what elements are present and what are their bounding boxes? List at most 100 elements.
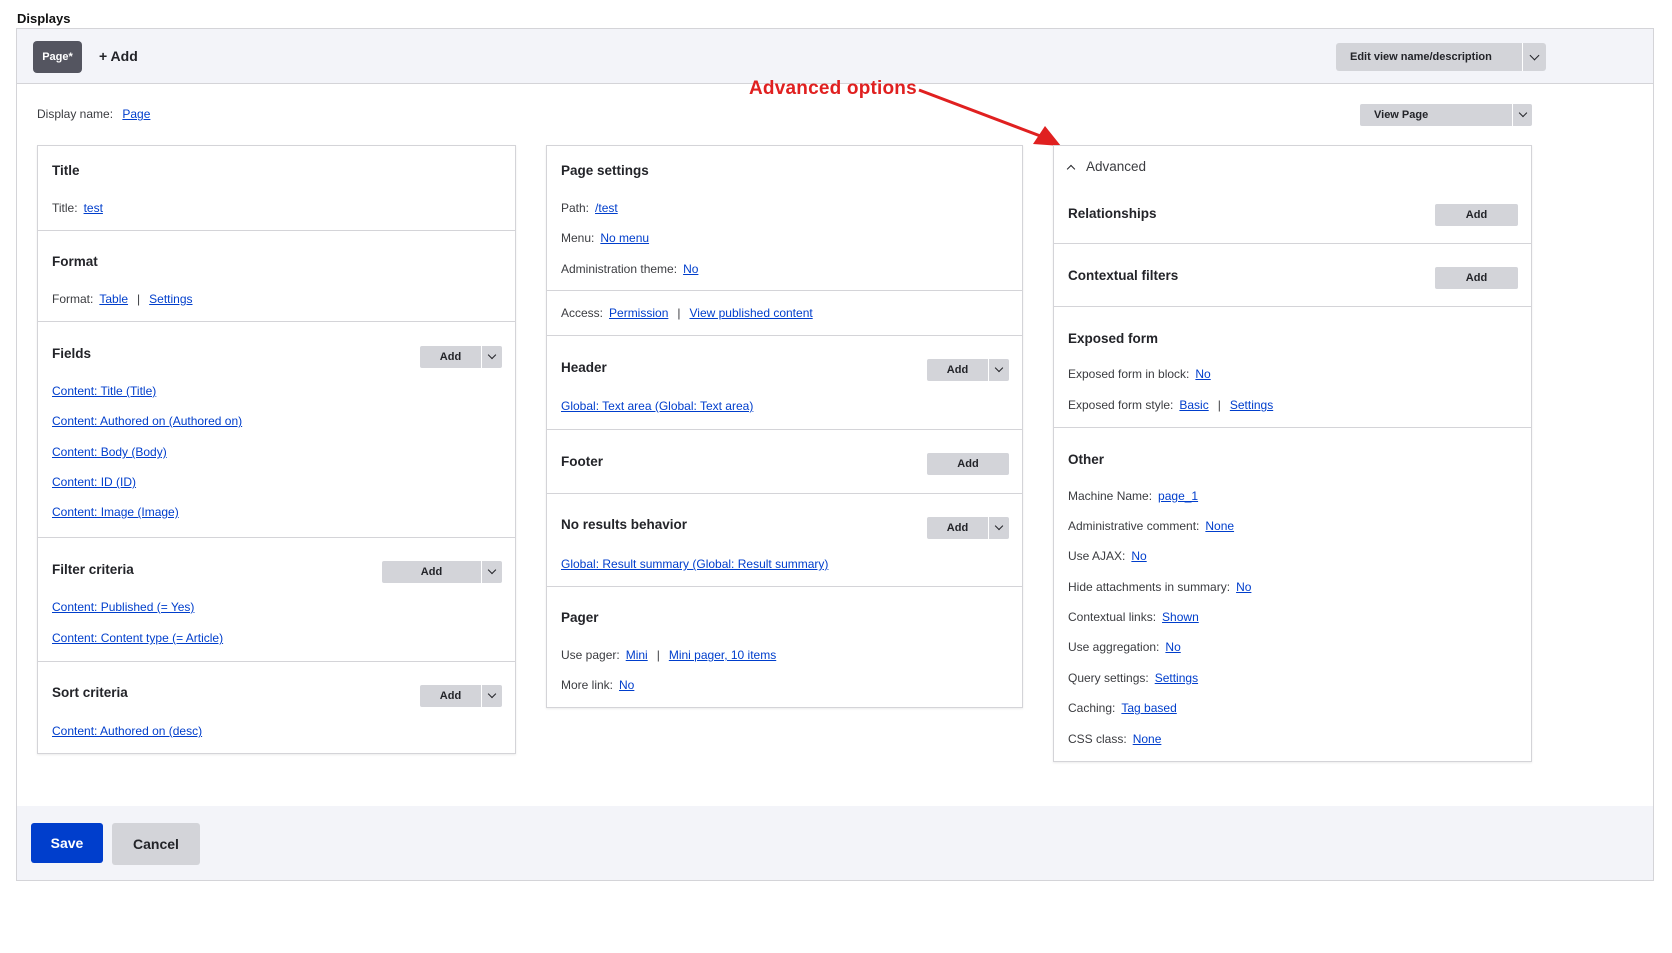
field-link[interactable]: Content: ID (ID) [52, 475, 136, 489]
title-heading: Title [52, 163, 80, 178]
other-row-label: Query settings: [1068, 671, 1149, 685]
list-item: Global: Result summary (Global: Result s… [561, 557, 828, 571]
sort-add-button-group: Add [420, 685, 502, 707]
edit-view-button[interactable]: Edit view name/description [1336, 43, 1522, 71]
chevron-down-icon [994, 521, 1004, 531]
access-permission-link[interactable]: Permission [609, 306, 668, 320]
filter-criteria-section: Filter criteria Add Content: Published (… [38, 538, 515, 662]
access-section: Access: Permission | View published content [547, 291, 1022, 336]
form-actions: Save Cancel [16, 806, 1654, 881]
other-row: CSS class: None [1068, 732, 1161, 746]
advanced-toggle[interactable]: Advanced [1066, 159, 1147, 174]
exposed-style-link[interactable]: Basic [1179, 398, 1208, 412]
exposed-in-block-row: Exposed form in block: No [1068, 367, 1211, 381]
other-row-label: Caching: [1068, 701, 1116, 715]
format-label: Format: [52, 292, 94, 306]
other-row-link[interactable]: Shown [1162, 610, 1199, 624]
format-value-link[interactable]: Table [99, 292, 128, 306]
exposed-style-settings-link[interactable]: Settings [1230, 398, 1273, 412]
title-row: Title: test [52, 201, 103, 215]
header-add-button[interactable]: Add [927, 359, 988, 381]
filter-criteria-heading: Filter criteria [52, 562, 134, 577]
no-results-add-dropdown-toggle[interactable] [988, 517, 1009, 539]
separator: | [656, 648, 660, 662]
list-item: Content: Published (= Yes) [52, 600, 194, 614]
no-results-item-link[interactable]: Global: Result summary (Global: Result s… [561, 557, 828, 571]
sort-link[interactable]: Content: Authored on (desc) [52, 724, 202, 738]
chevron-down-icon [1518, 108, 1527, 118]
sort-add-button[interactable]: Add [420, 685, 481, 707]
other-row-label: Use aggregation: [1068, 640, 1160, 654]
contextual-filters-section: Contextual filters Add [1054, 244, 1531, 307]
display-name-link[interactable]: Page [122, 107, 150, 121]
access-view-published-link[interactable]: View published content [690, 306, 813, 320]
field-link[interactable]: Content: Title (Title) [52, 384, 156, 398]
add-display-button[interactable]: + Add [99, 48, 138, 64]
field-link[interactable]: Content: Body (Body) [52, 445, 167, 459]
cancel-button[interactable]: Cancel [112, 823, 200, 865]
contextual-filters-add-button[interactable]: Add [1435, 267, 1518, 289]
exposed-in-block-link[interactable]: No [1195, 367, 1210, 381]
list-item: Content: Image (Image) [52, 505, 179, 519]
other-row-link[interactable]: page_1 [1158, 489, 1198, 503]
other-row-link[interactable]: Settings [1155, 671, 1198, 685]
other-row-link[interactable]: No [1131, 549, 1146, 563]
header-item-link[interactable]: Global: Text area (Global: Text area) [561, 399, 753, 413]
filter-add-dropdown-toggle[interactable] [481, 561, 502, 583]
other-row-link[interactable]: None [1133, 732, 1162, 746]
view-page-button-group: View Page [1360, 104, 1532, 126]
advanced-label: Advanced [1086, 159, 1147, 174]
relationships-add-button[interactable]: Add [1435, 204, 1518, 226]
use-pager-link[interactable]: Mini [626, 648, 648, 662]
sort-add-dropdown-toggle[interactable] [481, 685, 502, 707]
fields-add-dropdown-toggle[interactable] [481, 346, 502, 368]
header-add-button-group: Add [927, 359, 1009, 381]
footer-add-button[interactable]: Add [927, 453, 1009, 475]
pager-options-link[interactable]: Mini pager, 10 items [669, 648, 776, 662]
use-pager-label: Use pager: [561, 648, 620, 662]
chevron-down-icon [487, 350, 497, 360]
filter-add-button[interactable]: Add [382, 561, 481, 583]
admin-theme-link[interactable]: No [683, 262, 698, 276]
format-settings-link[interactable]: Settings [149, 292, 192, 306]
page-settings-heading: Page settings [561, 163, 649, 178]
other-row: Machine Name: page_1 [1068, 489, 1198, 503]
relationships-section: Relationships Add [1054, 184, 1531, 244]
menu-link[interactable]: No menu [600, 231, 649, 245]
chevron-down-icon [994, 363, 1004, 373]
format-heading: Format [52, 254, 98, 269]
filter-link[interactable]: Content: Content type (= Article) [52, 631, 223, 645]
no-results-add-button[interactable]: Add [927, 517, 988, 539]
edit-view-dropdown-toggle[interactable] [1522, 43, 1546, 71]
other-row-link[interactable]: Tag based [1121, 701, 1176, 715]
list-item: Global: Text area (Global: Text area) [561, 399, 753, 413]
view-page-dropdown-toggle[interactable] [1512, 104, 1532, 126]
footer-heading: Footer [561, 454, 603, 469]
field-link[interactable]: Content: Image (Image) [52, 505, 179, 519]
contextual-filters-heading: Contextual filters [1068, 268, 1179, 283]
view-page-button[interactable]: View Page [1360, 104, 1512, 126]
header-add-dropdown-toggle[interactable] [988, 359, 1009, 381]
fields-section: Fields Add Content: Title (Title) Conten… [38, 322, 515, 538]
other-row-label: Hide attachments in summary: [1068, 580, 1231, 594]
other-row-link[interactable]: No [1236, 580, 1251, 594]
field-link[interactable]: Content: Authored on (Authored on) [52, 414, 242, 428]
title-label: Title: [52, 201, 78, 215]
other-row: Contextual links: Shown [1068, 610, 1199, 624]
format-row: Format: Table | Settings [52, 292, 193, 306]
pager-heading: Pager [561, 610, 599, 625]
sort-criteria-section: Sort criteria Add Content: Authored on (… [38, 662, 515, 754]
save-button[interactable]: Save [31, 823, 103, 863]
other-row-link[interactable]: No [1165, 640, 1180, 654]
fields-add-button[interactable]: Add [420, 346, 481, 368]
title-value-link[interactable]: test [84, 201, 103, 215]
path-link[interactable]: /test [595, 201, 618, 215]
tab-page[interactable]: Page* [33, 41, 82, 73]
list-item: Content: Authored on (Authored on) [52, 414, 242, 428]
list-item: Content: Content type (= Article) [52, 631, 223, 645]
more-link-link[interactable]: No [619, 678, 634, 692]
other-row-link[interactable]: None [1205, 519, 1234, 533]
right-column: Advanced Relationships Add Contextual fi… [1053, 145, 1532, 762]
filter-link[interactable]: Content: Published (= Yes) [52, 600, 194, 614]
header-heading: Header [561, 360, 607, 375]
